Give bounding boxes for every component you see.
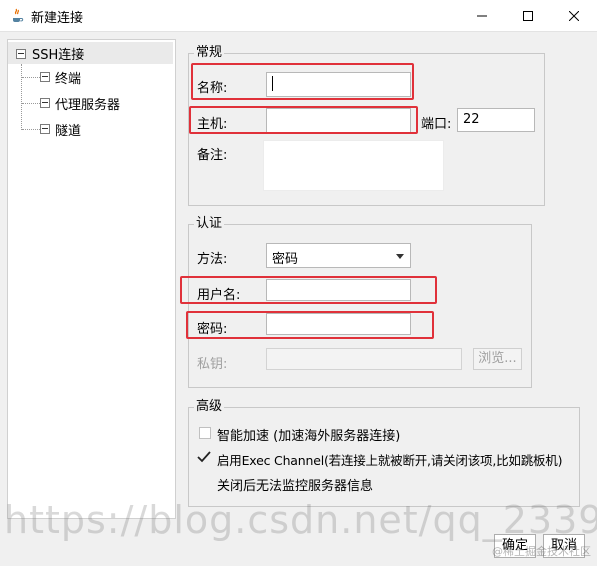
exec-channel-note: 关闭后无法监控服务器信息 [217, 479, 374, 494]
note-textarea[interactable] [263, 140, 444, 191]
tree-label-proxy: 代理服务器 [55, 98, 121, 113]
tree-connector [22, 129, 40, 130]
name-input[interactable] [266, 72, 411, 97]
collapse-icon[interactable] [40, 72, 50, 82]
name-label: 名称: [197, 81, 228, 96]
collapse-icon[interactable] [16, 49, 26, 59]
note-label: 备注: [197, 148, 228, 163]
host-input[interactable] [266, 108, 411, 133]
private-key-label: 私钥: [197, 357, 228, 372]
maximize-button[interactable] [505, 0, 551, 31]
password-label: 密码: [197, 322, 228, 337]
username-input[interactable] [266, 279, 411, 301]
close-icon [569, 10, 579, 21]
smart-accel-label: 智能加速 (加速海外服务器连接) [217, 429, 401, 444]
chevron-down-icon [396, 254, 404, 259]
username-label: 用户名: [197, 288, 241, 303]
exec-channel-label: 启用Exec Channel(若连接上就被断开,请关闭该项,比如跳板机) [217, 453, 563, 468]
connection-tree: SSH连接 终端 代理服务器 隧道 [7, 39, 176, 519]
tree-node-ssh[interactable]: SSH连接 [8, 42, 173, 64]
method-label: 方法: [197, 252, 228, 267]
password-input[interactable] [266, 313, 411, 335]
auth-legend: 认证 [196, 216, 223, 231]
maximize-icon [523, 10, 533, 21]
title-bar: 新建连接 [0, 0, 597, 32]
tree-connector [22, 103, 40, 104]
host-label: 主机: [197, 117, 228, 132]
tree-label-tunnel: 隧道 [55, 124, 82, 139]
port-label: 端口: [421, 117, 452, 132]
checkmark-icon[interactable] [197, 451, 211, 463]
auth-method-value: 密码 [272, 252, 299, 267]
browse-button[interactable]: 浏览... [473, 348, 522, 370]
general-legend: 常规 [196, 45, 223, 60]
minimize-button[interactable] [459, 0, 505, 31]
port-input[interactable]: 22 [457, 108, 535, 132]
collapse-icon[interactable] [40, 124, 50, 134]
text-caret [272, 76, 273, 91]
collapse-icon[interactable] [40, 98, 50, 108]
java-app-icon [9, 7, 25, 23]
auth-method-select[interactable]: 密码 [266, 243, 411, 268]
minimize-icon [477, 15, 487, 16]
tree-label-ssh: SSH连接 [32, 48, 85, 63]
private-key-input[interactable] [266, 348, 462, 370]
tree-connector [22, 77, 40, 78]
tree-label-terminal: 终端 [55, 72, 82, 87]
close-button[interactable] [551, 0, 597, 31]
smart-accel-checkbox[interactable] [199, 427, 211, 439]
window-title: 新建连接 [31, 11, 84, 26]
advanced-legend: 高级 [196, 399, 223, 414]
community-watermark: @稀土掘金技术社区 [492, 545, 591, 558]
url-watermark: https://blog.csdn.net/qq_23390957 [4, 498, 597, 542]
tree-connector [21, 64, 22, 130]
